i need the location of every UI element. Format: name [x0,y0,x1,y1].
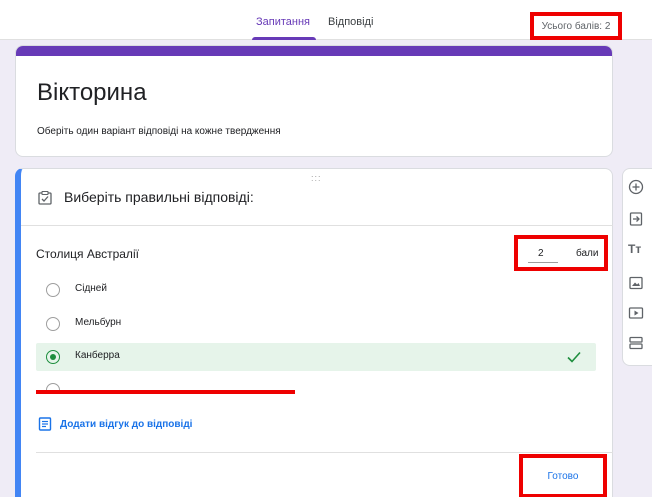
question-text[interactable]: Столиця Австралії [36,247,139,261]
points-field[interactable]: 2 бали [514,235,608,271]
import-questions-icon[interactable] [628,211,646,229]
active-tab-indicator [252,37,316,40]
radio-button[interactable] [46,317,60,331]
side-toolbar: Tт [622,168,652,366]
add-feedback-link[interactable]: Додати відгук до відповіді [38,417,192,431]
top-bar: Запитання Відповіді Усього балів: 2 [0,0,652,40]
option-label: Мельбурн [75,317,122,328]
checkbox-title-icon [38,191,52,205]
add-image-icon[interactable] [628,275,646,293]
done-button[interactable]: Готово [519,454,607,497]
feedback-link-label: Додати відгук до відповіді [60,418,193,430]
answer-option-sydney[interactable]: Сідней [36,276,596,304]
add-question-icon[interactable] [628,179,646,197]
section-title[interactable]: Виберіть правильні відповіді: [64,189,254,205]
divider [21,225,613,226]
divider [36,452,613,453]
add-video-icon[interactable] [628,305,646,323]
points-unit-label: бали [576,248,599,259]
points-input-underline [528,262,558,263]
radio-button[interactable] [46,283,60,297]
quiz-description[interactable]: Оберіть один варіант відповіді на кожне … [37,126,281,137]
tab-questions[interactable]: Запитання [256,16,310,28]
answer-option-canberra[interactable]: Канберра [36,343,596,371]
correct-answer-check-icon [567,351,581,363]
header-accent-stripe [16,46,612,56]
quiz-title[interactable]: Вікторина [37,79,147,107]
add-section-icon[interactable] [628,335,646,353]
answer-option-hidden[interactable] [36,376,596,390]
radio-button-selected[interactable] [46,350,60,364]
question-card[interactable]: ::: Виберіть правильні відповіді: Столиц… [15,168,613,497]
radio-button[interactable] [46,383,60,390]
option-label: Сідней [75,283,107,294]
answer-option-melbourne[interactable]: Мельбурн [36,310,596,338]
feedback-note-icon [38,417,52,431]
drag-handle-icon[interactable]: ::: [311,173,322,183]
quiz-header-card[interactable]: Вікторина Оберіть один варіант відповіді… [15,45,613,157]
red-strike-annotation [36,390,295,394]
points-input[interactable]: 2 [538,248,544,259]
total-score-label: Усього балів: 2 [530,12,622,40]
add-title-icon[interactable]: Tт [628,242,646,260]
option-label: Канберра [75,350,120,361]
tab-responses[interactable]: Відповіді [328,16,373,28]
